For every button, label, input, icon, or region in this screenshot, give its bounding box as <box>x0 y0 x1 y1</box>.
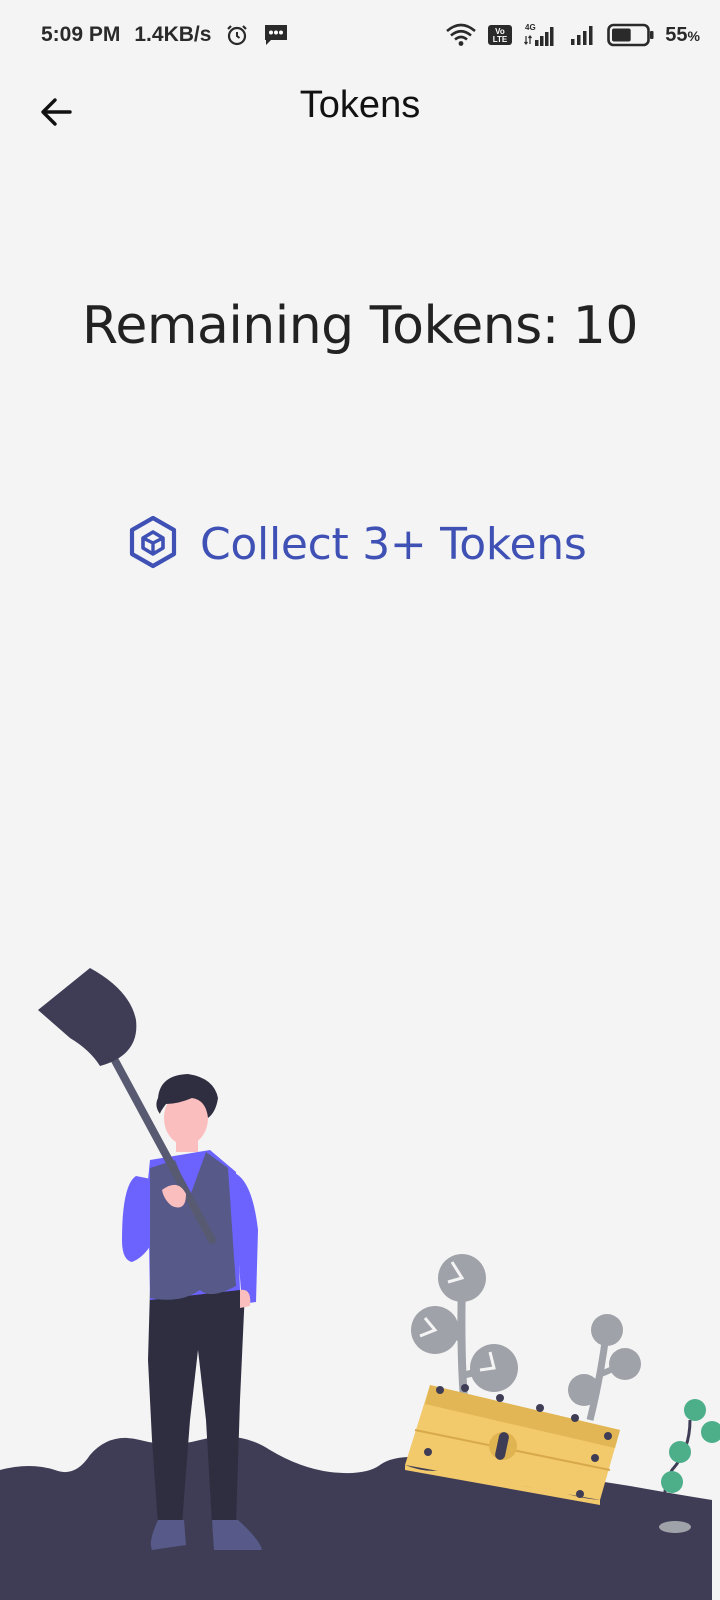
alarm-icon <box>225 23 249 47</box>
wifi-icon <box>445 23 477 47</box>
volte-icon: Vo LTE <box>487 23 513 47</box>
message-icon <box>263 23 289 47</box>
collect-tokens-button[interactable]: Collect 3+ Tokens <box>128 512 587 576</box>
svg-text:LTE: LTE <box>493 35 508 44</box>
svg-text:4G: 4G <box>525 23 536 32</box>
status-bar: 5:09 PM 1.4KB/s Vo LTE 4G 55% <box>0 0 720 72</box>
status-time: 5:09 PM <box>41 23 121 46</box>
page-title: Tokens <box>299 84 421 126</box>
remaining-count: 10 <box>572 296 639 356</box>
battery-percent: 55% <box>665 24 700 47</box>
battery-value: 55 <box>665 23 688 46</box>
signal-icon <box>569 23 597 47</box>
status-speed: 1.4KB/s <box>134 23 212 46</box>
signal-4g-icon: 4G <box>523 22 559 48</box>
battery-unit: % <box>687 27 700 44</box>
collect-tokens-label: Collect 3+ Tokens <box>200 518 587 570</box>
tokens-screen: 5:09 PM 1.4KB/s Vo LTE 4G 55% Tokens Rem… <box>0 0 720 1600</box>
remaining-label: Remaining Tokens: <box>82 296 559 356</box>
treasure-hunter-illustration <box>0 960 720 1600</box>
app-bar: Tokens <box>0 72 720 150</box>
remaining-tokens: Remaining Tokens: 10 <box>0 296 720 356</box>
battery-fill <box>612 28 631 42</box>
plant-right <box>568 1314 641 1421</box>
status-right: Vo LTE 4G 55% <box>445 20 700 50</box>
cube-token-icon <box>128 515 178 573</box>
battery-icon <box>607 22 655 48</box>
status-left: 5:09 PM 1.4KB/s <box>41 20 289 50</box>
